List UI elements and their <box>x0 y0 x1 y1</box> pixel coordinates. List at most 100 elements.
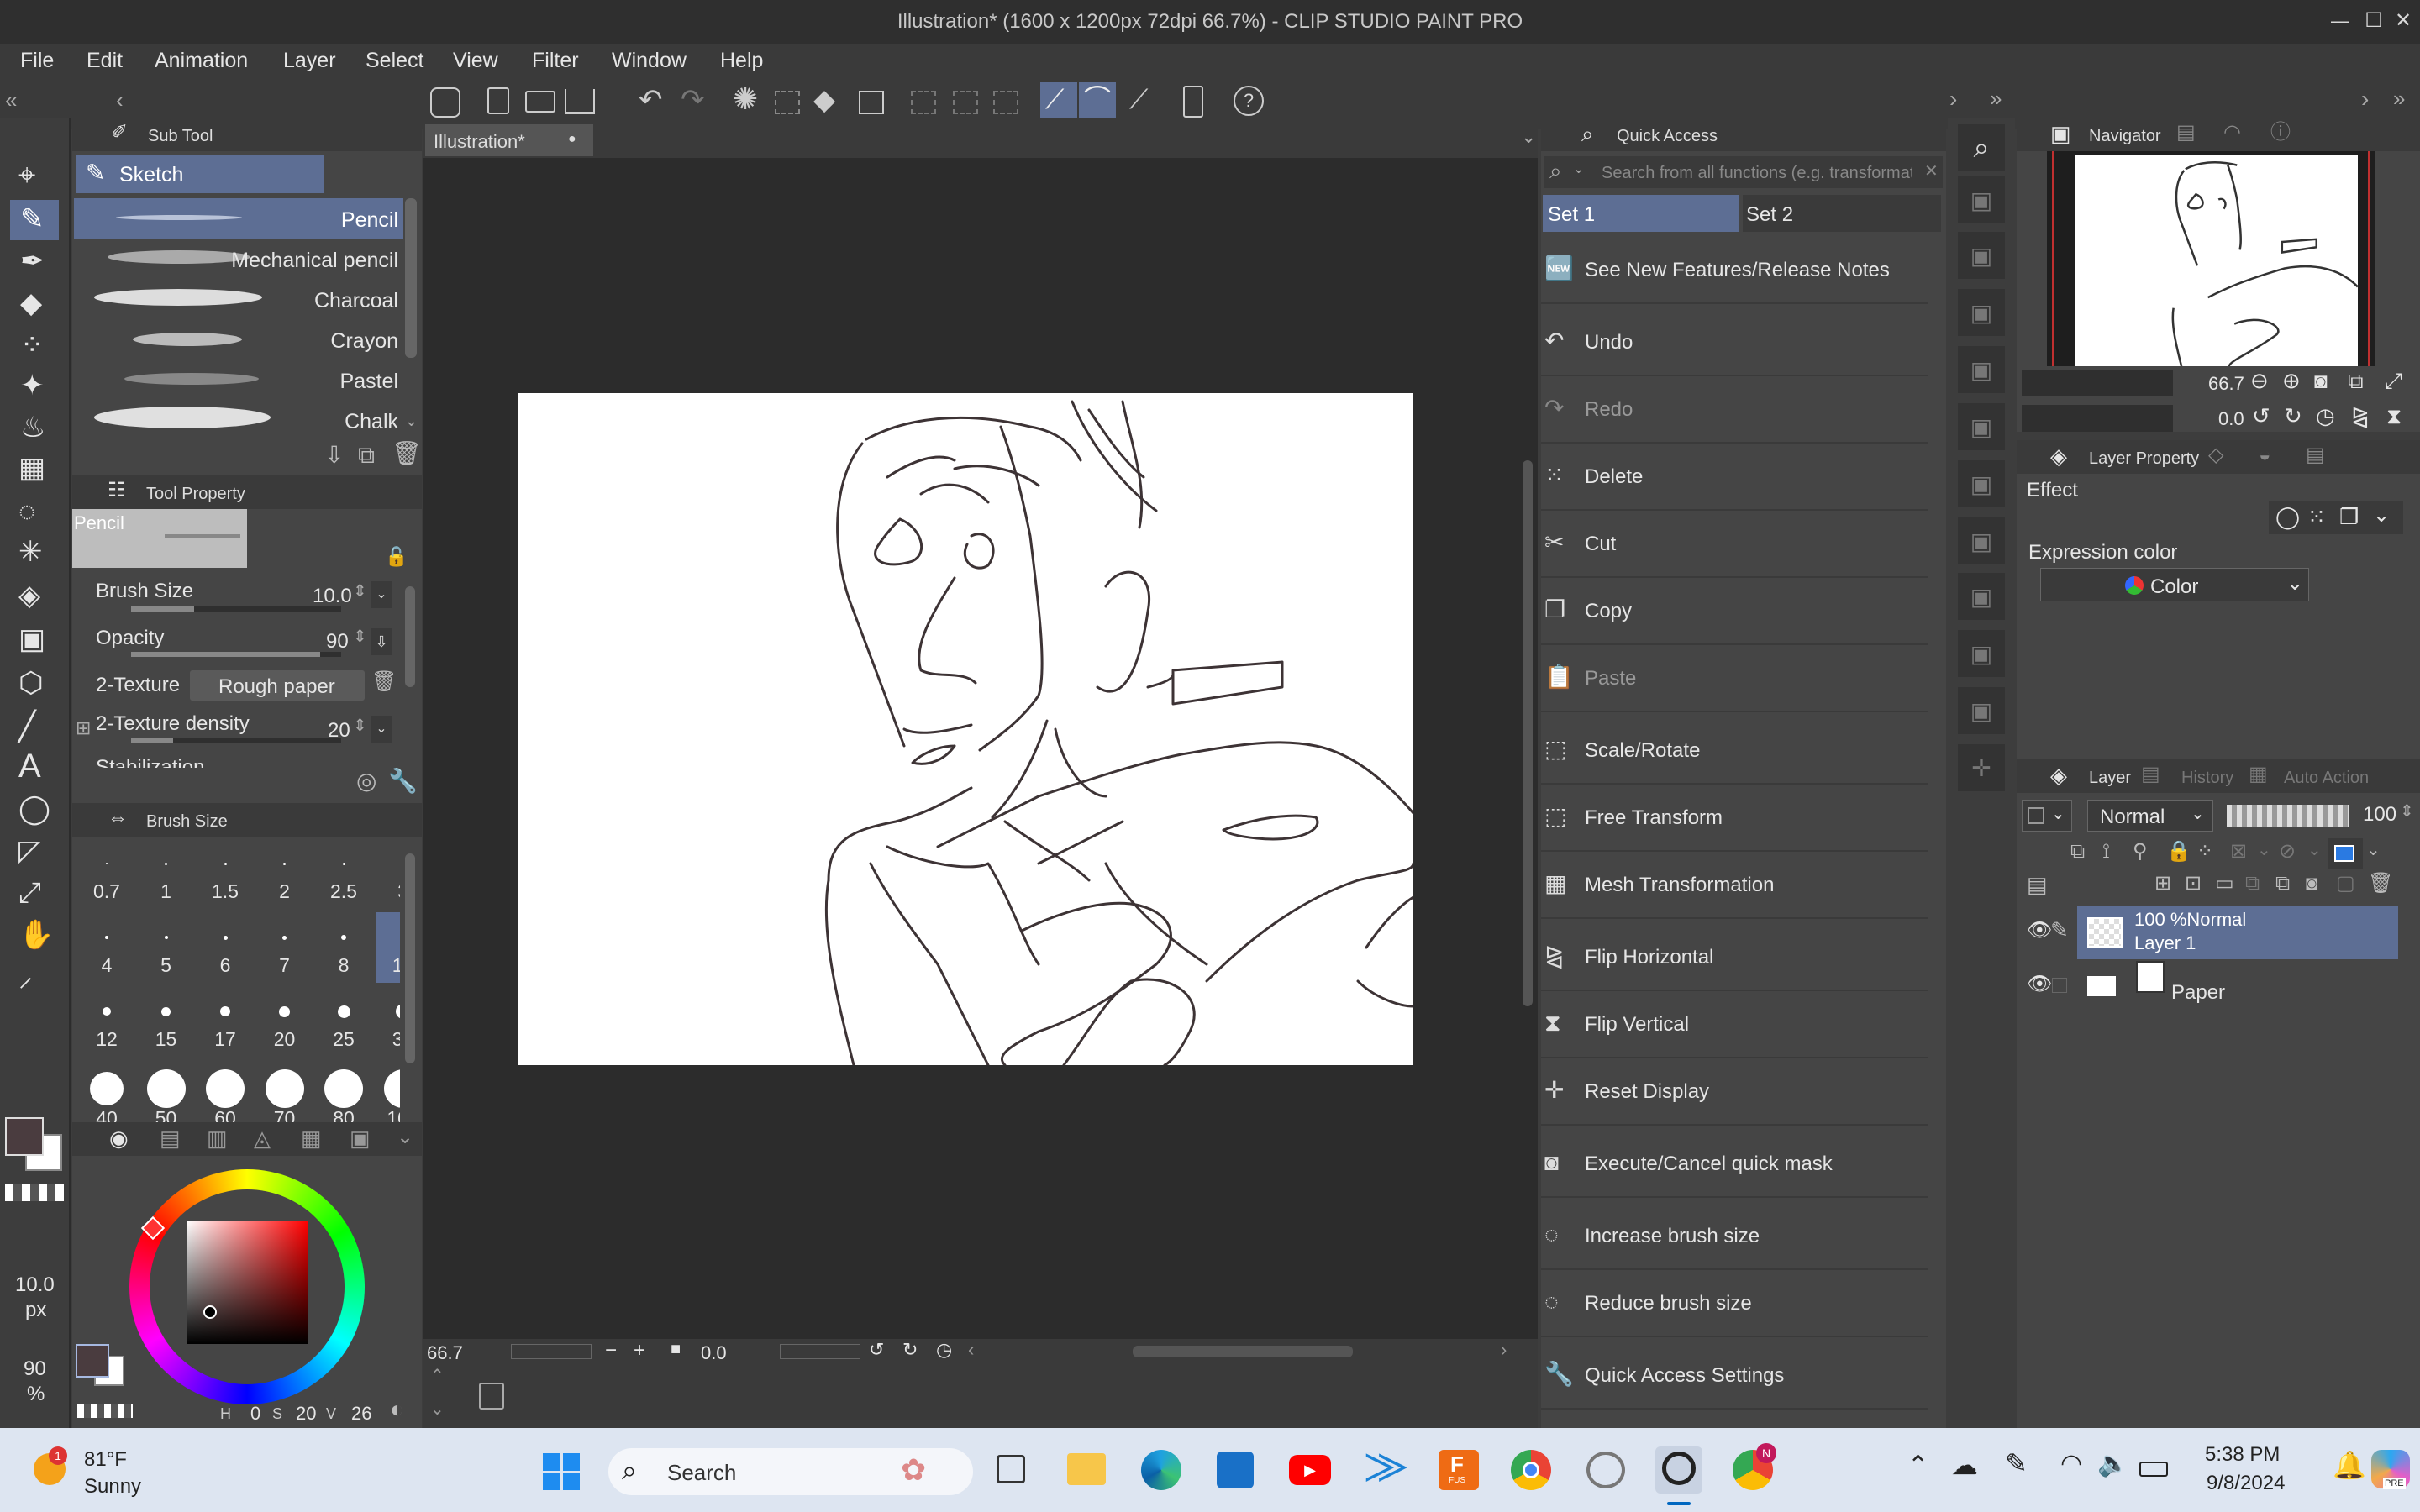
quick-access-item[interactable]: ⧎ Flip Horizontal <box>1541 924 1928 991</box>
transform-icon[interactable] <box>859 91 884 114</box>
document-tab-modified-dot[interactable]: ● <box>568 133 576 146</box>
sub-view-tab-icon[interactable]: ▤ <box>2306 445 2325 465</box>
panel-icon-2[interactable]: ▣ <box>1958 232 2005 279</box>
opacity-slider[interactable] <box>131 652 341 657</box>
fit-icon[interactable]: ■ <box>671 1341 681 1357</box>
clip-icon[interactable]: ⚲ <box>2133 842 2148 862</box>
quick-access-item[interactable]: ✛ Reset Display <box>1541 1058 1928 1126</box>
color-wheel-tab-icon[interactable]: ◒ <box>2259 445 2271 465</box>
quick-access-item[interactable]: ↶ Undo <box>1541 309 1928 376</box>
sub-view-tab-icon[interactable]: ▤ <box>2176 123 2196 143</box>
taskbar-search[interactable]: ⌕ Search ✿ <box>608 1448 973 1495</box>
brush-size-cell[interactable]: 17 <box>197 986 253 1057</box>
selection-border-icon[interactable] <box>993 91 1018 114</box>
brush-size-cell[interactable]: 2 <box>257 840 313 909</box>
tool-object-icon[interactable]: ⤢ <box>18 879 41 907</box>
copilot-icon[interactable]: PRE <box>2371 1450 2410 1489</box>
blend-mode-select[interactable]: Normal ⌄ <box>2087 800 2213 832</box>
layer-opacity-value[interactable]: 100 <box>2363 805 2396 825</box>
chevron-down-icon[interactable]: ⌄ <box>2373 506 2390 526</box>
brush-item-charcoal[interactable]: Charcoal <box>74 279 403 319</box>
panel-icon-6[interactable]: ▣ <box>1958 460 2005 507</box>
expand-right-icon-2[interactable]: » <box>2393 87 2405 109</box>
clip-studio-icon[interactable] <box>430 87 460 118</box>
quick-access-item[interactable]: ⁙ Delete <box>1541 444 1928 511</box>
task-view-icon[interactable] <box>997 1455 1025 1483</box>
tool-hand-icon[interactable]: ✋ <box>18 921 54 949</box>
quick-access-item[interactable]: 🆕 See New Features/Release Notes <box>1541 237 1928 304</box>
layer-list-view-icon[interactable]: ▤ <box>2027 874 2048 895</box>
color-wheel-tab-icon[interactable]: ◉ <box>109 1127 129 1149</box>
chevron-right-icon-2[interactable]: › <box>2361 87 2369 111</box>
chevron-down-icon[interactable]: ⌄ <box>2366 842 2381 858</box>
search-panel-icon[interactable]: ⌕ <box>1958 124 2005 171</box>
weather-widget[interactable]: 1 81°F Sunny <box>30 1440 148 1499</box>
tool-operation-icon[interactable]: ⌖ <box>18 160 35 190</box>
tool-lasso-icon[interactable]: ◌ <box>18 497 35 526</box>
quick-access-item[interactable]: ▦ Mesh Transformation <box>1541 852 1928 919</box>
navigator-rotate-slider[interactable] <box>2022 405 2173 432</box>
undo-icon[interactable]: ↶ <box>639 86 663 114</box>
brush-item-mechanical-pencil[interactable]: Mechanical pencil <box>74 239 403 279</box>
fill-icon[interactable]: ◆ <box>813 86 835 114</box>
reference-layer-icon[interactable]: ⧉ <box>2070 842 2085 862</box>
layer-color-swatch[interactable]: ⌄ <box>2022 800 2072 832</box>
clip-studio-taskbar-icon[interactable] <box>1586 1452 1625 1488</box>
battery-icon[interactable] <box>2139 1462 2168 1477</box>
onedrive-icon[interactable]: ☁ <box>1951 1452 1978 1478</box>
panel-icon-3[interactable]: ▣ <box>1958 289 2005 336</box>
panel-icon-1[interactable]: ▣ <box>1958 176 2005 223</box>
brush-size-cell[interactable]: 8 <box>316 912 371 983</box>
zoom-out-icon[interactable]: ⊖ <box>2250 370 2269 391</box>
navigator-preview[interactable] <box>2047 151 2375 366</box>
notification-bell-icon[interactable]: 🔔 <box>2333 1452 2366 1478</box>
brush-size-cell[interactable]: 2.5 <box>316 840 371 909</box>
zoom-in-icon[interactable]: + <box>634 1341 645 1361</box>
tool-eraser-icon[interactable]: ◆ <box>20 289 42 318</box>
volume-icon[interactable]: 🔈 <box>2097 1452 2128 1477</box>
combine-down-icon[interactable]: ⧉ <box>2275 874 2290 894</box>
tone-effect-icon[interactable]: ⁙ <box>2307 506 2326 528</box>
layer-opacity-slider[interactable] <box>2227 805 2349 827</box>
expression-color-select[interactable]: Color ⌄ <box>2040 568 2309 601</box>
layer-color-effect-icon[interactable]: ❐ <box>2339 506 2359 528</box>
new-file-icon[interactable] <box>487 87 509 114</box>
panel-icon-4[interactable]: ▣ <box>1958 346 2005 393</box>
transparent-color-swatch[interactable] <box>5 1184 64 1201</box>
start-button[interactable] <box>543 1453 580 1490</box>
color-slider-tab-icon[interactable]: ▤ <box>160 1127 181 1149</box>
info-tab-icon[interactable]: ⓘ <box>2270 123 2291 143</box>
brush-size-cell[interactable]: 12 <box>79 986 134 1057</box>
brush-size-cell[interactable]: 100 <box>376 1060 400 1122</box>
copy-subtool-icon[interactable]: ⇩ <box>324 444 344 467</box>
zoom-slider[interactable] <box>511 1344 592 1359</box>
brush-size-cell[interactable]: 4 <box>79 912 134 983</box>
quick-access-item[interactable]: ⬚ Free Transform <box>1541 785 1928 852</box>
clear-icon[interactable]: ✺ <box>733 84 758 114</box>
chevron-down-icon[interactable]: ⌄ <box>405 413 418 428</box>
dynamics-icon[interactable]: ⌄ <box>371 716 392 743</box>
brush-size-cell[interactable]: 7 <box>257 912 313 983</box>
navigator-zoom-value[interactable]: 66.7 <box>2208 375 2244 393</box>
lock-transparent-icon[interactable]: ⁘ <box>2196 842 2213 862</box>
brush-size-cell[interactable]: 5 <box>139 912 194 983</box>
ruler-display-icon[interactable]: ⊘ <box>2279 842 2296 862</box>
navigator-angle-value[interactable]: 0.0 <box>2218 410 2244 428</box>
lock-icon[interactable]: 🔒 <box>2166 842 2191 862</box>
brush-size-cell[interactable]: 30 <box>376 986 400 1057</box>
tool-line-icon[interactable]: ╱ <box>18 712 35 741</box>
edge-icon[interactable] <box>1141 1450 1181 1490</box>
apply-mask-icon[interactable]: ▢ <box>2336 874 2355 894</box>
youtube-icon[interactable]: ▶ <box>1289 1455 1331 1485</box>
material-tab-icon[interactable]: ◠ <box>2223 123 2241 143</box>
ruler-icon[interactable]: ⟟ <box>2102 842 2110 862</box>
brush-size-scrollbar[interactable] <box>405 853 415 1063</box>
history-tab[interactable]: History <box>2181 769 2233 786</box>
dynamics-icon[interactable]: ⌄ <box>371 581 392 608</box>
brush-size-cell[interactable]: 20 <box>257 986 313 1057</box>
clear-search-icon[interactable]: ✕ <box>1924 163 1939 180</box>
timeline-icon[interactable] <box>479 1383 504 1410</box>
ruler-dropdown-icon[interactable]: ⌄ <box>2307 842 2322 858</box>
zoom-in-icon[interactable]: ⊕ <box>2282 370 2301 391</box>
maximize-button[interactable]: ☐ <box>2361 8 2386 34</box>
